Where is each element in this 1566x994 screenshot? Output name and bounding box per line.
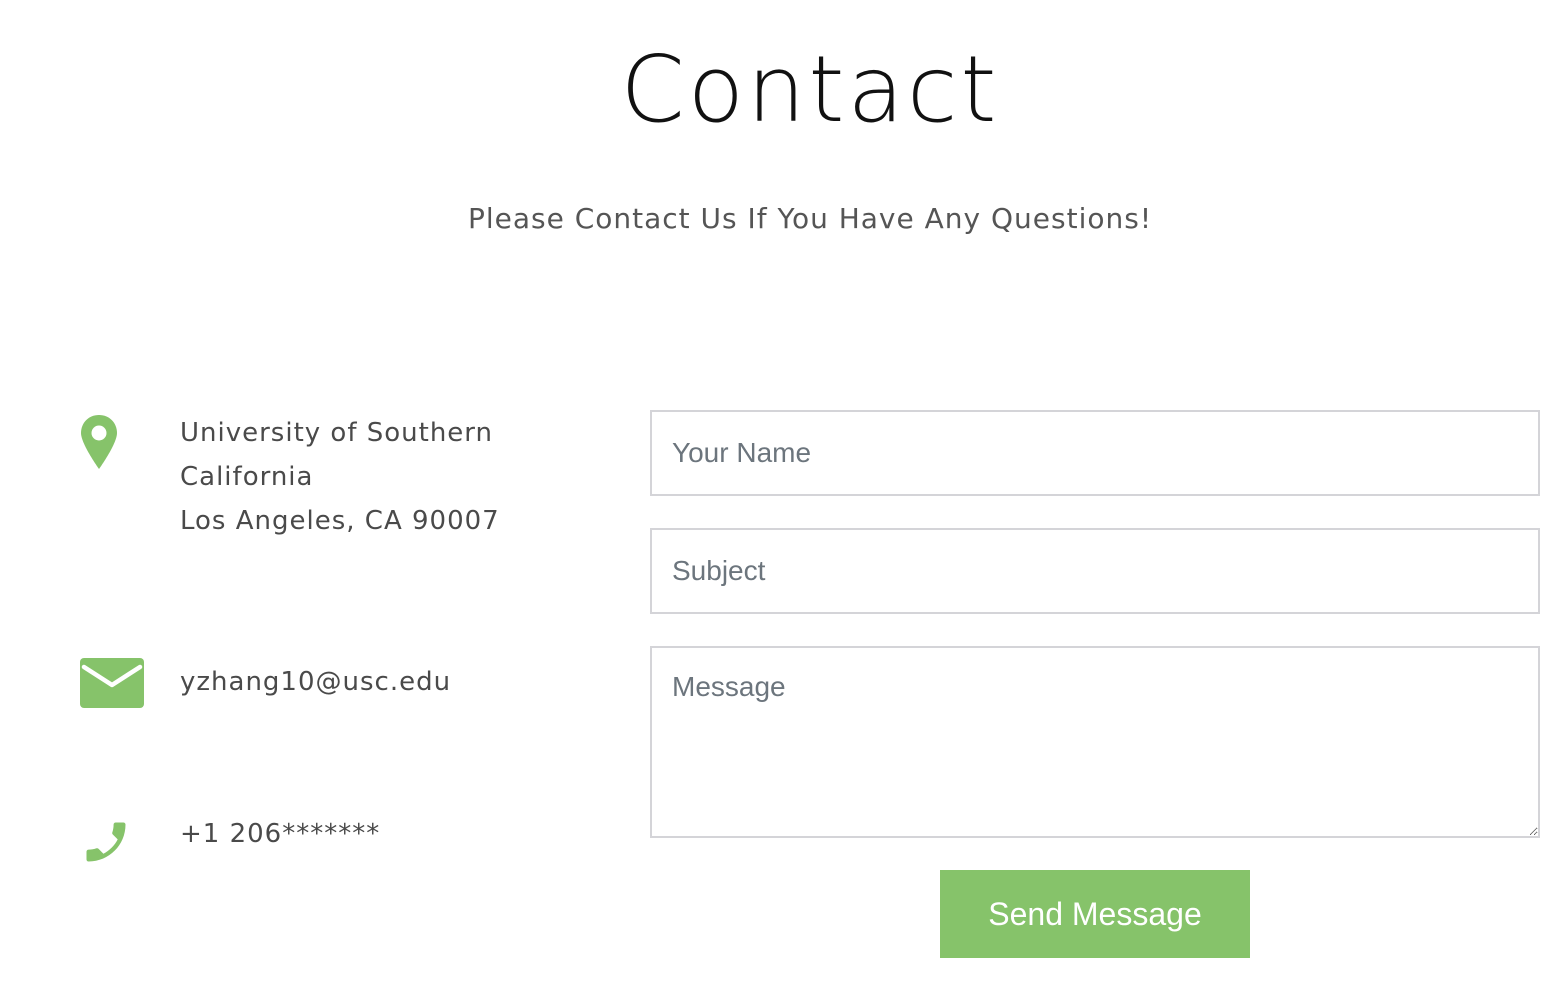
page-subtitle: Please Contact Us If You Have Any Questi… (467, 202, 1153, 235)
send-message-button[interactable]: Send Message (940, 870, 1250, 958)
email-link[interactable]: yzhang10@usc.edu (180, 660, 580, 704)
address-text: University of Southern California Los An… (180, 411, 580, 543)
page-title: Contact (620, 36, 1000, 143)
subject-input[interactable] (650, 528, 1540, 614)
phone-number: +1 206******* (180, 819, 381, 849)
address-line-2: California (180, 462, 314, 492)
address-line-1: University of Southern (180, 418, 494, 448)
address-line-3: Los Angeles, CA 90007 (180, 506, 500, 536)
envelope-icon (80, 658, 144, 713)
map-pin-icon (80, 414, 118, 475)
name-input[interactable] (650, 410, 1540, 496)
phone-icon (80, 816, 132, 873)
message-textarea[interactable] (650, 646, 1540, 838)
